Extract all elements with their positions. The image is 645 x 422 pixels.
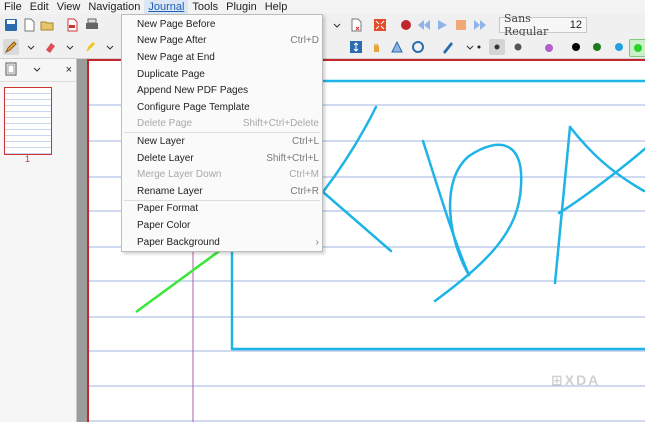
menu-item-new-page-at-end[interactable]: New Page at End	[122, 49, 322, 66]
export-pdf-icon[interactable]	[64, 17, 80, 33]
menu-item-new-layer[interactable]: New Layer Ctrl+L	[122, 133, 322, 150]
menu-item-label: New Page Before	[137, 18, 216, 30]
menu-item-label: Configure Page Template	[137, 101, 250, 113]
color-green[interactable]	[589, 39, 605, 55]
menu-view[interactable]: View	[53, 0, 85, 14]
menu-item-label: Paper Background	[137, 236, 220, 248]
page-thumbnail[interactable]	[4, 87, 52, 155]
vertical-space-icon[interactable]	[348, 39, 364, 55]
open-folder-icon[interactable]	[39, 17, 55, 33]
eraser-dropdown-icon[interactable]	[62, 39, 78, 55]
hand-icon[interactable]	[369, 39, 385, 55]
page-preview-sidebar: × 1	[0, 59, 77, 422]
menu-item-merge-layer-down: Merge Layer Down Ctrl+M	[122, 166, 322, 183]
menu-item-label: Merge Layer Down	[137, 169, 222, 181]
menu-item-paper-background[interactable]: Paper Background ›	[122, 234, 322, 251]
menu-help[interactable]: Help	[261, 0, 292, 14]
select-region-icon[interactable]	[440, 39, 456, 55]
ruler-icon[interactable]	[410, 39, 426, 55]
menu-item-label: Rename Layer	[137, 185, 203, 197]
save-icon[interactable]	[3, 17, 19, 33]
fast-forward-icon[interactable]	[472, 17, 488, 33]
menu-item-delete-page: Delete Page Shift+Ctrl+Delete	[122, 116, 322, 133]
menu-tools[interactable]: Tools	[188, 0, 222, 14]
menu-item-new-page-after[interactable]: New Page After Ctrl+D	[122, 33, 322, 50]
watermark-logo: ⊞XDA	[551, 372, 601, 388]
close-sidebar-icon[interactable]: ×	[66, 64, 72, 76]
menu-item-new-page-before[interactable]: New Page Before	[122, 16, 322, 33]
menu-item-append-pdf-pages[interactable]: Append New PDF Pages	[122, 82, 322, 99]
menu-item-shortcut: Ctrl+D	[290, 35, 319, 47]
menu-item-label: Delete Page	[137, 118, 193, 130]
journal-menu: New Page Before New Page After Ctrl+D Ne…	[121, 14, 323, 253]
delete-page-icon[interactable]	[348, 17, 364, 33]
sidebar-dropdown-icon[interactable]	[32, 63, 42, 77]
thick-line-icon[interactable]	[510, 39, 526, 55]
menu-item-shortcut: Ctrl+R	[290, 185, 319, 197]
color-light-blue[interactable]	[611, 39, 627, 55]
menu-navigation[interactable]: Navigation	[84, 0, 144, 14]
color-bright-green[interactable]	[629, 39, 645, 57]
record-icon[interactable]	[398, 17, 414, 33]
sidebar-header: ×	[0, 59, 76, 82]
dropdown-arrow-icon[interactable]	[329, 17, 345, 33]
menu-item-shortcut: Ctrl+M	[289, 169, 319, 181]
font-selector[interactable]: Sans Regular 12	[499, 12, 587, 38]
menu-item-label: New Page After	[137, 35, 207, 47]
pen-dropdown-icon[interactable]	[23, 39, 39, 55]
font-name: Sans Regular	[504, 12, 549, 38]
highlighter-icon[interactable]	[82, 39, 98, 55]
page-preview-icon[interactable]	[4, 62, 18, 79]
thin-line-icon[interactable]	[471, 39, 487, 55]
menu-edit[interactable]: Edit	[26, 0, 53, 14]
submenu-arrow-icon: ›	[315, 236, 319, 248]
shape-recognizer-icon[interactable]	[389, 39, 405, 55]
eraser-icon[interactable]	[42, 39, 58, 55]
menu-item-paper-color[interactable]: Paper Color	[122, 217, 322, 234]
menu-item-label: Paper Format	[137, 203, 199, 215]
pen-icon[interactable]	[3, 39, 19, 55]
menu-item-shortcut: Shift+Ctrl+L	[266, 152, 319, 164]
menu-item-duplicate-page[interactable]: Duplicate Page	[122, 66, 322, 83]
play-icon[interactable]	[434, 17, 450, 33]
menu-item-shortcut: Ctrl+L	[292, 135, 319, 147]
menu-item-delete-layer[interactable]: Delete Layer Shift+Ctrl+L	[122, 150, 322, 167]
print-icon[interactable]	[84, 17, 100, 33]
menu-item-label: Append New PDF Pages	[137, 85, 249, 97]
menu-item-label: New Layer	[137, 135, 185, 147]
menu-item-label: Delete Layer	[137, 152, 194, 164]
menu-item-rename-layer[interactable]: Rename Layer Ctrl+R	[122, 183, 322, 200]
medium-line-icon[interactable]	[489, 39, 505, 55]
menu-journal[interactable]: Journal	[144, 0, 189, 14]
fill-icon[interactable]	[541, 39, 557, 55]
rewind-icon[interactable]	[416, 17, 432, 33]
color-black[interactable]	[568, 39, 584, 55]
menu-item-label: Paper Color	[137, 219, 191, 231]
menu-item-label: Duplicate Page	[137, 68, 205, 80]
menu-item-shortcut: Shift+Ctrl+Delete	[242, 118, 319, 130]
menu-item-paper-format[interactable]: Paper Format	[122, 201, 322, 218]
new-document-icon[interactable]	[21, 17, 37, 33]
menu-item-label: New Page at End	[137, 51, 215, 63]
menu-item-configure-page-template[interactable]: Configure Page Template	[122, 99, 322, 116]
page-number: 1	[25, 154, 31, 164]
stop-icon[interactable]	[453, 17, 469, 33]
menu-file[interactable]: File	[0, 0, 26, 14]
font-size: 12	[569, 19, 582, 31]
highlighter-dropdown-icon[interactable]	[102, 39, 118, 55]
menu-plugin[interactable]: Plugin	[222, 0, 261, 14]
fullscreen-icon[interactable]	[372, 17, 388, 33]
